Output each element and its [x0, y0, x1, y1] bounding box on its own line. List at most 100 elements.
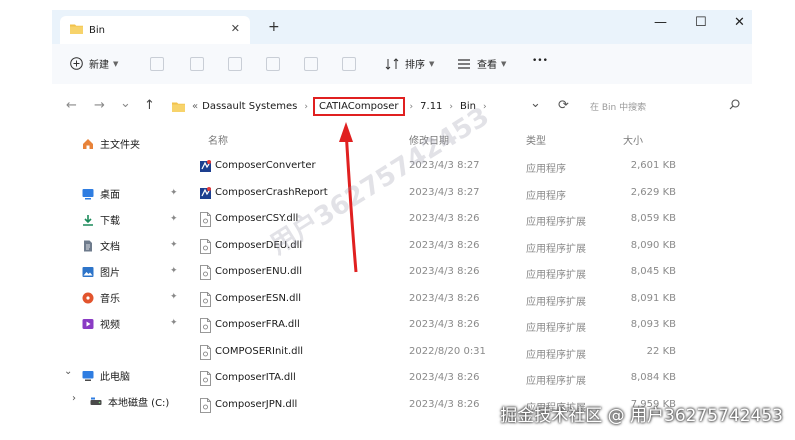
new-tab-button[interactable]: + — [268, 19, 280, 35]
table-row[interactable]: ComposerCrashReport 2023/4/3 8:27 应用程序 2,62… — [195, 181, 755, 207]
back-button[interactable]: ← — [66, 98, 77, 113]
file-date: 2023/4/3 8:26 — [409, 266, 480, 277]
file-date: 2023/4/3 8:26 — [409, 239, 480, 251]
breadcrumb-catiacomposer[interactable]: CATIAComposer — [312, 97, 405, 116]
file-name: ComposerConverter — [215, 160, 316, 171]
tab-title: Bin — [89, 24, 105, 36]
column-header-name[interactable]: 名称 — [208, 132, 228, 147]
table-row[interactable]: COMPOSERInit.dll 2022/8/20 0:31 应用程序扩展 22 K… — [195, 340, 755, 366]
table-row[interactable]: ComposerESN.dll 2023/4/3 8:26 应用程序扩展 8,091 … — [195, 287, 755, 313]
sidebar-item-label: 音乐 — [100, 294, 120, 305]
close-window-button[interactable]: ✕ — [734, 15, 745, 30]
file-name: ComposerJPN.dll — [215, 398, 298, 410]
column-header-size[interactable]: 大小 — [623, 132, 643, 147]
file-name: ComposerENU.dll — [215, 266, 302, 277]
sidebar-item-this-pc[interactable]: 此电脑 — [82, 368, 130, 383]
sidebar-item-local-disk[interactable]: 本地磁盘 (C:) — [90, 394, 169, 409]
more-options-button[interactable]: ••• — [532, 56, 548, 66]
sidebar-item-music[interactable]: 音乐 — [82, 290, 120, 305]
copy-icon[interactable] — [190, 57, 204, 71]
breadcrumb-dassault-systemes[interactable]: Dassault Systemes — [200, 100, 299, 113]
file-size: 8,093 KB — [630, 319, 676, 330]
view-icon — [458, 58, 470, 69]
rename-icon[interactable] — [266, 57, 280, 71]
desktop-icon — [82, 188, 94, 199]
sidebar-item-pictures[interactable]: 图片 — [82, 264, 120, 279]
breadcrumb: « Dassault Systemes › CATIAComposer › 7.… — [172, 97, 492, 116]
file-size: 8,090 KB — [630, 239, 676, 251]
file-type: 应用程序扩展 — [526, 349, 586, 361]
sidebar-item-documents[interactable]: 文档 — [82, 238, 120, 253]
file-size: 8,045 KB — [630, 266, 676, 277]
delete-icon[interactable] — [342, 57, 356, 71]
breadcrumb-overflow[interactable]: « — [190, 100, 200, 113]
file-date: 2023/4/3 8:26 — [409, 319, 480, 330]
file-size: 2,629 KB — [630, 186, 676, 198]
expand-drive-icon[interactable]: › — [72, 393, 76, 404]
share-icon[interactable] — [304, 57, 318, 71]
sidebar-item-home[interactable]: 主文件夹 — [82, 136, 140, 151]
sidebar-item-label: 桌面 — [100, 190, 120, 201]
sort-label: 排序 — [405, 60, 425, 71]
document-icon — [84, 240, 92, 251]
new-button[interactable]: 新建 ▼ — [70, 56, 118, 71]
table-row[interactable]: ComposerFRA.dll 2023/4/3 8:26 应用程序扩展 8,093 … — [195, 313, 755, 339]
app-icon — [199, 186, 212, 201]
address-dropdown-button[interactable]: ⌄ — [530, 96, 541, 111]
sort-icon — [385, 57, 399, 70]
minimize-button[interactable]: — — [654, 15, 667, 30]
drive-icon — [90, 397, 102, 405]
view-button[interactable]: 查看 ▼ — [457, 56, 506, 71]
sidebar-item-downloads[interactable]: 下载 — [82, 212, 120, 227]
up-button[interactable]: ↑ — [144, 98, 155, 113]
table-row[interactable]: ComposerConverter 2023/4/3 8:27 应用程序 2,601 … — [195, 154, 755, 180]
home-icon — [83, 138, 93, 149]
pin-icon[interactable]: ✦ — [170, 318, 178, 328]
chevron-down-icon: ▼ — [501, 59, 507, 68]
pin-icon[interactable]: ✦ — [170, 292, 178, 302]
sidebar-item-label: 此电脑 — [100, 372, 130, 383]
folder-icon — [172, 102, 185, 112]
sidebar-item-label: 主文件夹 — [100, 140, 140, 151]
forward-button[interactable]: → — [94, 98, 105, 113]
cut-icon[interactable] — [150, 57, 164, 71]
refresh-button[interactable]: ⟳ — [558, 98, 569, 113]
dll-file-icon — [199, 318, 212, 333]
column-header-type[interactable]: 类型 — [526, 132, 546, 147]
chevron-right-icon: › — [409, 101, 414, 112]
sidebar-item-videos[interactable]: 视频 — [82, 316, 120, 331]
search-placeholder: 在 Bin 中搜索 — [590, 102, 647, 113]
breadcrumb-version[interactable]: 7.11 — [418, 100, 444, 113]
paste-icon[interactable] — [228, 57, 242, 71]
file-type: 应用程序扩展 — [526, 243, 586, 255]
sidebar-item-label: 视频 — [100, 320, 120, 331]
maximize-button[interactable]: ☐ — [695, 15, 707, 30]
search-input[interactable]: 在 Bin 中搜索 — [590, 96, 740, 116]
file-name: ComposerESN.dll — [215, 292, 302, 304]
download-icon — [83, 214, 93, 226]
expand-this-pc-icon[interactable]: ⌄ — [64, 366, 72, 377]
new-label: 新建 — [89, 60, 109, 71]
tab-bin[interactable]: Bin ✕ — [60, 16, 250, 44]
pin-icon[interactable]: ✦ — [170, 214, 178, 224]
file-size: 22 KB — [646, 345, 676, 357]
dll-file-icon — [199, 371, 212, 386]
file-date: 2022/8/20 0:31 — [409, 345, 486, 357]
view-label: 查看 — [477, 60, 497, 71]
file-type: 应用程序扩展 — [526, 270, 586, 281]
chevron-down-icon: ▼ — [113, 59, 119, 68]
table-row[interactable]: ComposerITA.dll 2023/4/3 8:26 应用程序扩展 8,084 … — [195, 366, 755, 392]
close-tab-icon[interactable]: ✕ — [231, 22, 240, 35]
table-row[interactable]: ComposerENU.dll 2023/4/3 8:26 应用程序扩展 8,045 … — [195, 260, 755, 286]
recent-locations-button[interactable]: ⌄ — [120, 96, 131, 111]
pin-icon[interactable]: ✦ — [170, 266, 178, 276]
file-date: 2023/4/3 8:26 — [409, 372, 480, 383]
pin-icon[interactable]: ✦ — [170, 240, 178, 250]
sidebar-item-label: 下载 — [100, 216, 120, 227]
app-icon — [199, 159, 212, 174]
sort-button[interactable]: 排序 ▼ — [385, 56, 434, 71]
file-date: 2023/4/3 8:27 — [409, 186, 480, 198]
sidebar-item-desktop[interactable]: 桌面 — [82, 186, 120, 201]
pin-icon[interactable]: ✦ — [170, 188, 178, 198]
file-type: 应用程序扩展 — [526, 217, 586, 228]
